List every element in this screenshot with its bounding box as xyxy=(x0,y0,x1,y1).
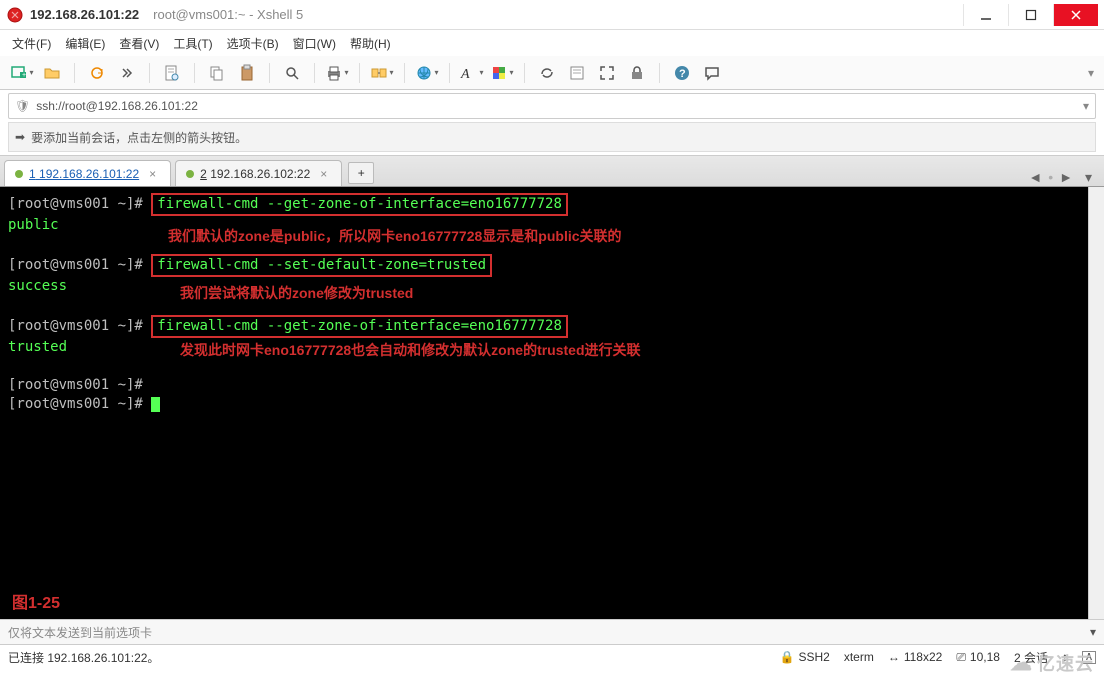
copy-button[interactable] xyxy=(205,61,229,85)
print-button[interactable]: ▾ xyxy=(325,61,349,85)
paste-button[interactable] xyxy=(235,61,259,85)
status-size: ↔118x22 xyxy=(888,650,942,664)
menubar: 文件(F) 编辑(E) 查看(V) 工具(T) 选项卡(B) 窗口(W) 帮助(… xyxy=(0,30,1104,56)
tab-menu-icon[interactable]: ▾ xyxy=(1085,169,1092,186)
status-bar: 已连接 192.168.26.101:22。 🔒SSH2 xterm ↔118x… xyxy=(0,645,1104,669)
menu-edit[interactable]: 编辑(E) xyxy=(65,35,105,52)
watermark: ☁ 亿速云 xyxy=(1010,650,1094,676)
tab-add-button[interactable]: + xyxy=(348,162,374,184)
hint-bar: ➡ 要添加当前会话，点击左侧的箭头按钮。 xyxy=(8,122,1096,152)
maximize-button[interactable] xyxy=(1008,4,1053,26)
toolbar: +▾ ▾ ▾ ▾ A▾ ▾ ? ▾ xyxy=(0,56,1104,90)
tab-close-icon[interactable]: × xyxy=(320,167,327,181)
open-button[interactable] xyxy=(40,61,64,85)
titlebar: 192.168.26.101:22 root@vms001:~ - Xshell… xyxy=(0,0,1104,30)
terminal-cursor xyxy=(151,397,160,412)
svg-text:A: A xyxy=(460,67,470,82)
title-app: root@vms001:~ - Xshell 5 xyxy=(153,7,303,22)
address-text: ssh://root@192.168.26.101:22 xyxy=(36,99,198,113)
send-bar-placeholder: 仅将文本发送到当前选项卡 xyxy=(8,624,152,641)
lock-button[interactable] xyxy=(625,61,649,85)
close-button[interactable] xyxy=(1053,4,1098,26)
svg-text:?: ? xyxy=(679,68,686,80)
figure-label: 图1-25 xyxy=(12,594,60,613)
status-cursor: ⎚10,18 xyxy=(956,650,1000,665)
color-button[interactable]: ▾ xyxy=(490,61,514,85)
menu-help[interactable]: 帮助(H) xyxy=(350,35,391,52)
status-protocol: 🔒SSH2 xyxy=(780,650,830,664)
status-dot-icon xyxy=(15,170,23,178)
send-bar[interactable]: 仅将文本发送到当前选项卡 ▾ xyxy=(0,619,1104,645)
new-session-button[interactable]: +▾ xyxy=(10,61,34,85)
annotation-2: 我们尝试将默认的zone修改为trusted xyxy=(180,284,413,303)
terminal[interactable]: [root@vms001 ~]# firewall-cmd --get-zone… xyxy=(0,187,1088,619)
title-address: 192.168.26.101:22 xyxy=(30,7,139,22)
globe-button[interactable]: ▾ xyxy=(415,61,439,85)
tab-bar: 1 192.168.26.101:22 × 2 192.168.26.102:2… xyxy=(0,155,1104,187)
svg-text:+: + xyxy=(22,72,26,79)
comment-icon[interactable] xyxy=(700,61,724,85)
status-dot-icon xyxy=(186,170,194,178)
address-dropdown-icon[interactable]: ▾ xyxy=(1083,99,1089,113)
terminal-output-1: public xyxy=(8,217,59,233)
help-icon[interactable]: ? xyxy=(670,61,694,85)
hint-text: 要添加当前会话，点击左侧的箭头按钮。 xyxy=(31,129,247,146)
terminal-output-3: trusted xyxy=(8,339,67,355)
find-button[interactable] xyxy=(280,61,304,85)
minimize-button[interactable] xyxy=(963,4,1008,26)
terminal-command-2: firewall-cmd --set-default-zone=trusted xyxy=(151,254,492,277)
send-bar-dropdown-icon[interactable]: ▾ xyxy=(1090,625,1096,639)
tab-1[interactable]: 1 192.168.26.101:22 × xyxy=(4,160,171,186)
terminal-area: [root@vms001 ~]# firewall-cmd --get-zone… xyxy=(0,187,1104,619)
fullscreen-button[interactable] xyxy=(595,61,619,85)
menu-view[interactable]: 查看(V) xyxy=(119,35,159,52)
tab-2[interactable]: 2 192.168.26.102:22 × xyxy=(175,160,342,186)
terminal-scrollbar[interactable] xyxy=(1088,187,1104,619)
menu-file[interactable]: 文件(F) xyxy=(12,35,51,52)
properties-button[interactable] xyxy=(160,61,184,85)
terminal-command-3: firewall-cmd --get-zone-of-interface=eno… xyxy=(151,315,568,338)
tab-next-icon[interactable]: ► xyxy=(1059,169,1073,186)
tab-nav: ◄ • ► ▾ xyxy=(1028,169,1092,186)
annotation-3: 发现此时网卡eno16777728也会自动和修改为默认zone的trusted进… xyxy=(180,341,641,360)
file-transfer-button[interactable]: ▾ xyxy=(370,61,394,85)
annotation-1: 我们默认的zone是public，所以网卡eno16777728显示是和publ… xyxy=(168,227,622,246)
lock-icon: 🛡 xyxy=(15,99,30,113)
menu-tools[interactable]: 工具(T) xyxy=(173,35,212,52)
status-connected: 已连接 192.168.26.101:22。 xyxy=(8,649,159,666)
hint-arrow-icon[interactable]: ➡ xyxy=(15,130,25,144)
terminal-command-1: firewall-cmd --get-zone-of-interface=eno… xyxy=(151,193,568,216)
spin-button[interactable] xyxy=(535,61,559,85)
status-term: xterm xyxy=(844,650,874,664)
font-button[interactable]: A▾ xyxy=(460,61,484,85)
terminal-output-2: success xyxy=(8,278,67,294)
disconnect-button[interactable] xyxy=(115,61,139,85)
menu-tab[interactable]: 选项卡(B) xyxy=(227,35,279,52)
tab-close-icon[interactable]: × xyxy=(149,167,156,181)
cloud-icon: ☁ xyxy=(1010,650,1033,676)
reconnect-button[interactable] xyxy=(85,61,109,85)
compose-button[interactable] xyxy=(565,61,589,85)
tab-prev-icon[interactable]: ◄ xyxy=(1028,169,1042,186)
menu-window[interactable]: 窗口(W) xyxy=(293,35,336,52)
toolbar-overflow[interactable]: ▾ xyxy=(1088,66,1094,80)
address-bar[interactable]: 🛡 ssh://root@192.168.26.101:22 ▾ xyxy=(8,93,1096,119)
app-icon xyxy=(6,6,24,24)
